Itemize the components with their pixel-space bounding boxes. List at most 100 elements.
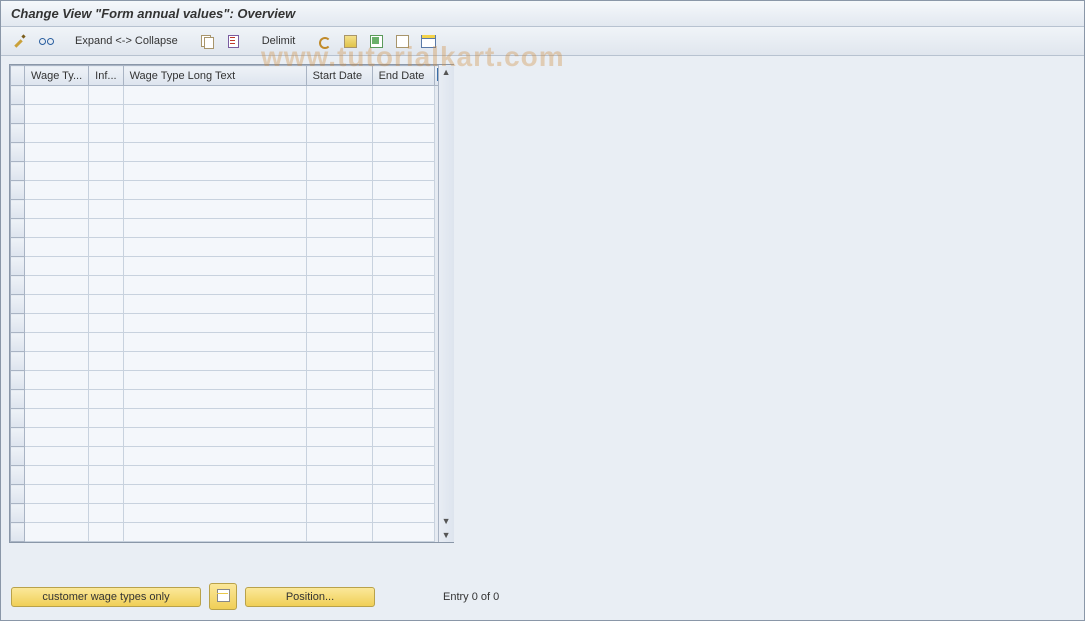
deselect-all-button[interactable] <box>391 31 413 51</box>
cell[interactable] <box>306 295 372 314</box>
row-selector[interactable] <box>11 86 25 105</box>
cell[interactable] <box>306 523 372 542</box>
position-icon-button[interactable] <box>209 583 237 610</box>
table-row[interactable] <box>11 485 453 504</box>
cell[interactable] <box>372 523 434 542</box>
row-selector[interactable] <box>11 409 25 428</box>
cell[interactable] <box>123 143 306 162</box>
cell[interactable] <box>25 504 89 523</box>
table-row[interactable] <box>11 352 453 371</box>
position-button[interactable]: Position... <box>245 587 375 607</box>
cell[interactable] <box>25 238 89 257</box>
cell[interactable] <box>123 86 306 105</box>
cell[interactable] <box>25 428 89 447</box>
row-selector[interactable] <box>11 390 25 409</box>
table-row[interactable] <box>11 504 453 523</box>
delimit-button[interactable]: Delimit <box>256 31 302 51</box>
cell[interactable] <box>372 466 434 485</box>
cell[interactable] <box>306 181 372 200</box>
cell[interactable] <box>306 485 372 504</box>
cell[interactable] <box>123 447 306 466</box>
table-row[interactable] <box>11 276 453 295</box>
table-row[interactable] <box>11 86 453 105</box>
cell[interactable] <box>25 257 89 276</box>
cell[interactable] <box>89 466 123 485</box>
table-row[interactable] <box>11 314 453 333</box>
table-row[interactable] <box>11 143 453 162</box>
overview-button[interactable] <box>35 31 57 51</box>
cell[interactable] <box>372 447 434 466</box>
cell[interactable] <box>123 485 306 504</box>
cell[interactable] <box>123 523 306 542</box>
cell[interactable] <box>89 162 123 181</box>
select-all-button[interactable] <box>339 31 361 51</box>
cell[interactable] <box>123 371 306 390</box>
cell[interactable] <box>89 447 123 466</box>
cell[interactable] <box>306 371 372 390</box>
cell[interactable] <box>25 162 89 181</box>
table-settings-button[interactable] <box>417 31 439 51</box>
row-selector[interactable] <box>11 181 25 200</box>
cell[interactable] <box>306 409 372 428</box>
row-selector[interactable] <box>11 238 25 257</box>
row-selector[interactable] <box>11 276 25 295</box>
table-row[interactable] <box>11 409 453 428</box>
row-selector[interactable] <box>11 257 25 276</box>
table-row[interactable] <box>11 238 453 257</box>
cell[interactable] <box>372 105 434 124</box>
select-block-button[interactable] <box>365 31 387 51</box>
cell[interactable] <box>25 409 89 428</box>
cell[interactable] <box>123 504 306 523</box>
expand-collapse-button[interactable]: Expand <-> Collapse <box>69 31 184 51</box>
scroll-down-icon[interactable]: ▼ <box>439 514 453 528</box>
cell[interactable] <box>25 352 89 371</box>
cell[interactable] <box>372 257 434 276</box>
row-selector[interactable] <box>11 371 25 390</box>
cell[interactable] <box>89 86 123 105</box>
cell[interactable] <box>123 257 306 276</box>
table-row[interactable] <box>11 447 453 466</box>
cell[interactable] <box>123 333 306 352</box>
cell[interactable] <box>25 333 89 352</box>
undo-button[interactable] <box>313 31 335 51</box>
table-row[interactable] <box>11 333 453 352</box>
row-selector[interactable] <box>11 143 25 162</box>
cell[interactable] <box>306 124 372 143</box>
cell[interactable] <box>372 295 434 314</box>
cell[interactable] <box>306 428 372 447</box>
cell[interactable] <box>306 314 372 333</box>
cell[interactable] <box>89 485 123 504</box>
cell[interactable] <box>372 181 434 200</box>
col-wage-type[interactable]: Wage Ty... <box>25 66 89 86</box>
cell[interactable] <box>372 485 434 504</box>
row-selector[interactable] <box>11 314 25 333</box>
cell[interactable] <box>306 447 372 466</box>
cell[interactable] <box>372 143 434 162</box>
cell[interactable] <box>25 124 89 143</box>
cell[interactable] <box>89 409 123 428</box>
cell[interactable] <box>25 466 89 485</box>
cell[interactable] <box>372 333 434 352</box>
row-selector[interactable] <box>11 105 25 124</box>
cell[interactable] <box>25 314 89 333</box>
cell[interactable] <box>25 181 89 200</box>
cell[interactable] <box>123 314 306 333</box>
row-selector[interactable] <box>11 447 25 466</box>
row-selector[interactable] <box>11 352 25 371</box>
cell[interactable] <box>25 200 89 219</box>
cell[interactable] <box>25 276 89 295</box>
cell[interactable] <box>372 238 434 257</box>
cell[interactable] <box>123 466 306 485</box>
cell[interactable] <box>123 409 306 428</box>
row-selector[interactable] <box>11 523 25 542</box>
cell[interactable] <box>306 86 372 105</box>
cell[interactable] <box>89 105 123 124</box>
cell[interactable] <box>123 352 306 371</box>
cell[interactable] <box>306 143 372 162</box>
table-row[interactable] <box>11 105 453 124</box>
cell[interactable] <box>25 371 89 390</box>
cell[interactable] <box>25 105 89 124</box>
customer-wage-types-button[interactable]: customer wage types only <box>11 587 201 607</box>
table-row[interactable] <box>11 162 453 181</box>
cell[interactable] <box>306 219 372 238</box>
